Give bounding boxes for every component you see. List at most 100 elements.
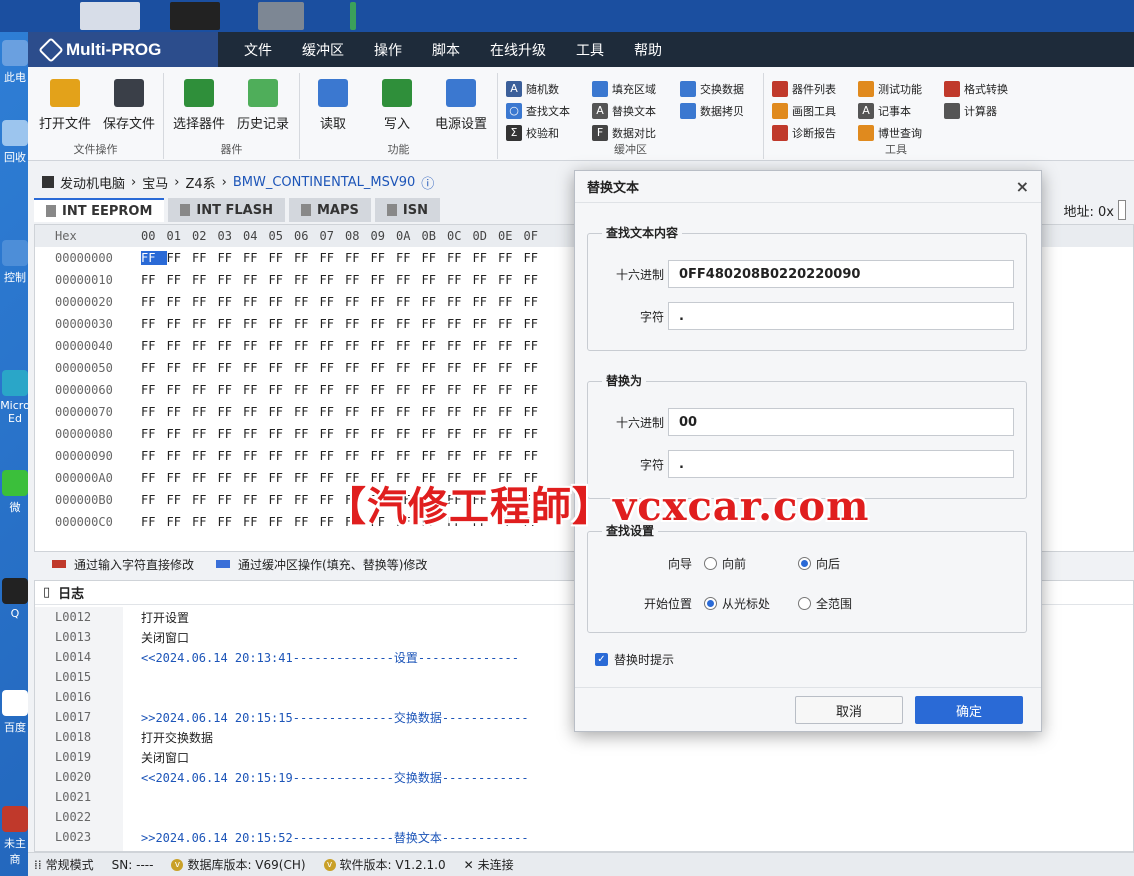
desktop-icon-control[interactable]: 控制 [0, 240, 30, 285]
hex-byte[interactable]: FF [345, 273, 371, 287]
hex-byte[interactable]: FF [167, 251, 193, 265]
hex-byte[interactable]: FF [269, 339, 295, 353]
save-file-button[interactable]: 保存文件 [98, 79, 160, 132]
hex-byte[interactable]: FF [447, 251, 473, 265]
menu-file[interactable]: 文件 [244, 40, 272, 60]
hex-byte[interactable]: FF [320, 427, 346, 441]
hex-byte[interactable]: FF [447, 383, 473, 397]
hex-byte[interactable]: FF [524, 251, 550, 265]
notepad-button[interactable]: A 记事本 [858, 101, 911, 121]
hex-byte[interactable]: FF [243, 515, 269, 529]
hex-byte[interactable]: FF [167, 449, 193, 463]
hex-byte[interactable]: FF [498, 361, 524, 375]
hex-byte[interactable]: FF [192, 405, 218, 419]
hex-byte[interactable]: FF [218, 427, 244, 441]
hex-byte[interactable]: FF [192, 515, 218, 529]
hex-byte[interactable]: FF [167, 427, 193, 441]
hex-byte[interactable]: FF [294, 273, 320, 287]
desktop-app-icon[interactable] [170, 2, 220, 30]
hex-byte[interactable]: FF [473, 383, 499, 397]
hex-byte[interactable]: FF [294, 427, 320, 441]
breadcrumb-item[interactable]: 发动机电脑 [60, 173, 125, 192]
hex-byte[interactable]: FF [167, 317, 193, 331]
hex-byte[interactable]: FF [524, 317, 550, 331]
hex-byte[interactable]: FF [320, 251, 346, 265]
ok-button[interactable]: 确定 [915, 696, 1023, 724]
hex-byte[interactable]: FF [192, 295, 218, 309]
desktop-icon-pc[interactable]: 此电 [0, 40, 30, 85]
hex-byte[interactable]: FF [422, 317, 448, 331]
diagnostic-report-button[interactable]: 诊断报告 [772, 123, 836, 143]
hex-byte[interactable]: FF [447, 273, 473, 287]
hex-byte[interactable]: FF [371, 427, 397, 441]
hex-byte[interactable]: FF [498, 383, 524, 397]
hex-byte[interactable]: FF [141, 383, 167, 397]
hex-byte[interactable]: FF [269, 449, 295, 463]
hex-byte[interactable]: FF [396, 273, 422, 287]
hex-byte[interactable]: FF [141, 427, 167, 441]
hex-byte[interactable]: FF [345, 361, 371, 375]
hex-byte[interactable]: FF [294, 493, 320, 507]
hex-byte[interactable]: FF [218, 515, 244, 529]
hex-byte[interactable]: FF [243, 471, 269, 485]
hex-byte[interactable]: FF [141, 295, 167, 309]
read-button[interactable]: 读取 [302, 79, 364, 132]
history-button[interactable]: 历史记录 [232, 79, 294, 132]
hex-byte[interactable]: FF [473, 361, 499, 375]
hex-byte[interactable]: FF [141, 515, 167, 529]
hex-byte[interactable]: FF [243, 273, 269, 287]
hex-byte[interactable]: FF [498, 273, 524, 287]
hex-byte[interactable]: FF [473, 427, 499, 441]
hex-byte[interactable]: FF [371, 405, 397, 419]
hex-byte[interactable]: FF [269, 515, 295, 529]
hex-byte[interactable]: FF [141, 339, 167, 353]
hex-byte[interactable]: FF [396, 251, 422, 265]
hex-byte[interactable]: FF [473, 273, 499, 287]
hex-byte[interactable]: FF [396, 383, 422, 397]
direction-forward-radio[interactable]: 向前 [704, 555, 798, 572]
hex-byte[interactable]: FF [422, 339, 448, 353]
desktop-icon-app[interactable]: 未主商 [0, 806, 30, 867]
hex-byte[interactable]: FF [524, 361, 550, 375]
desktop-icon-wechat[interactable]: 微 [0, 470, 30, 515]
hex-byte[interactable]: FF [192, 251, 218, 265]
hex-byte[interactable]: FF [371, 339, 397, 353]
hex-byte[interactable]: FF [371, 449, 397, 463]
hex-byte[interactable]: FF [243, 427, 269, 441]
hex-byte[interactable]: FF [371, 383, 397, 397]
fill-region-button[interactable]: 填充区域 [592, 79, 656, 99]
hex-byte[interactable]: FF [524, 427, 550, 441]
hex-byte[interactable]: FF [422, 361, 448, 375]
hex-byte[interactable]: FF [269, 471, 295, 485]
hex-byte[interactable]: FF [269, 361, 295, 375]
hex-byte[interactable]: FF [396, 361, 422, 375]
hex-byte[interactable]: FF [498, 339, 524, 353]
test-function-button[interactable]: 测试功能 [858, 79, 922, 99]
hex-byte[interactable]: FF [243, 383, 269, 397]
replace-text-button[interactable]: A 替换文本 [592, 101, 656, 121]
menu-script[interactable]: 脚本 [432, 40, 460, 60]
hex-byte[interactable]: FF [524, 449, 550, 463]
hex-byte[interactable]: FF [422, 383, 448, 397]
hex-byte[interactable]: FF [294, 317, 320, 331]
hex-byte[interactable]: FF [294, 515, 320, 529]
hex-byte[interactable]: FF [345, 251, 371, 265]
hex-byte[interactable]: FF [447, 361, 473, 375]
hex-byte[interactable]: FF [422, 273, 448, 287]
prompt-on-replace-checkbox[interactable]: ✓ 替换时提示 [595, 651, 674, 668]
hex-byte[interactable]: FF [396, 427, 422, 441]
hex-byte[interactable]: FF [294, 383, 320, 397]
hex-byte[interactable]: FF [447, 405, 473, 419]
hex-byte[interactable]: FF [345, 339, 371, 353]
hex-byte[interactable]: FF [371, 361, 397, 375]
bosch-query-button[interactable]: 博世查询 [858, 123, 922, 143]
hex-byte[interactable]: FF [141, 251, 167, 265]
hex-byte[interactable]: FF [473, 317, 499, 331]
start-all-radio[interactable]: 全范围 [798, 595, 852, 612]
hex-byte[interactable]: FF [218, 273, 244, 287]
hex-byte[interactable]: FF [320, 361, 346, 375]
desktop-icon-qq[interactable]: Q [0, 578, 30, 620]
hex-byte[interactable]: FF [320, 317, 346, 331]
hex-byte[interactable]: FF [243, 493, 269, 507]
hex-byte[interactable]: FF [422, 427, 448, 441]
